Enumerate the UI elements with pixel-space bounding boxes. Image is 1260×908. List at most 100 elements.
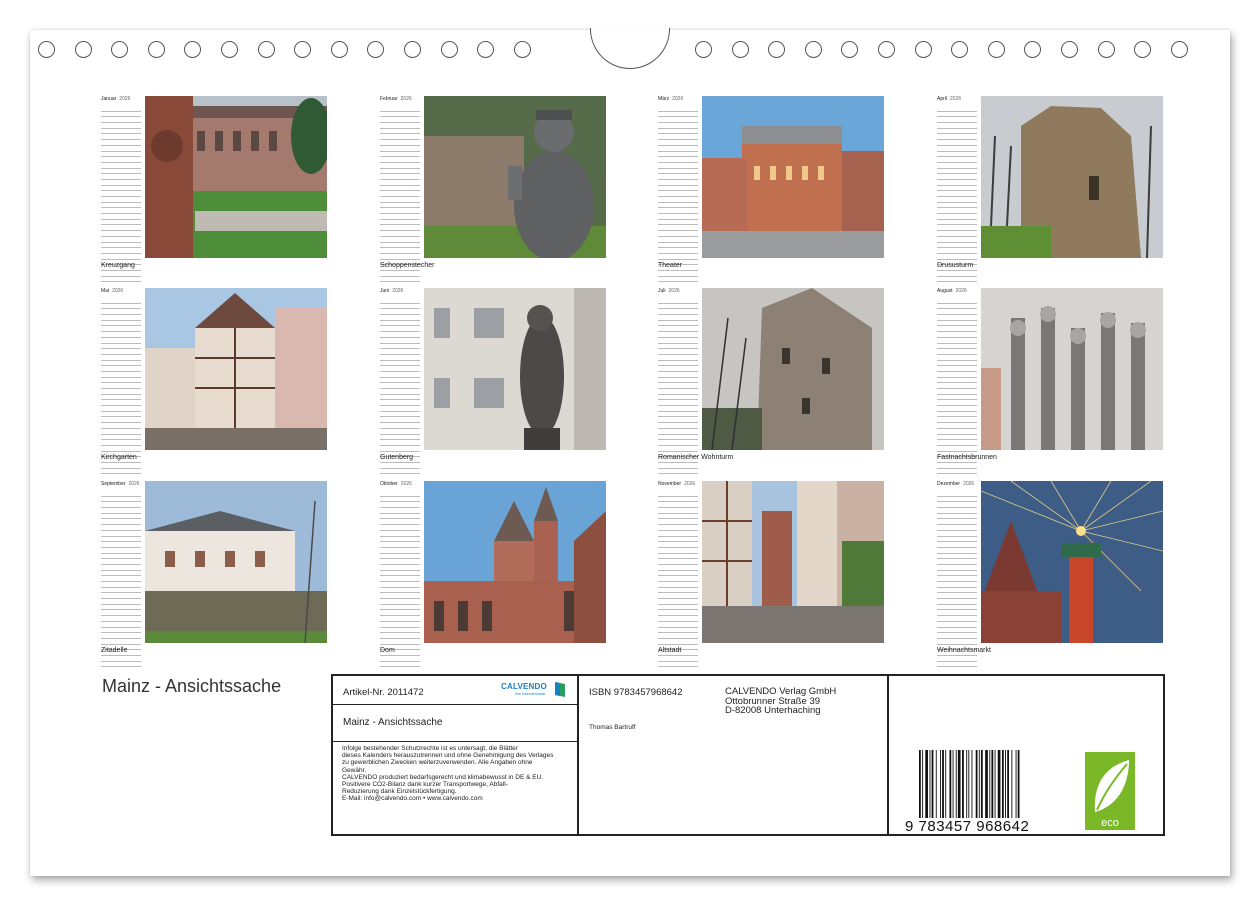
binding-ring: [74, 41, 92, 58]
month-name: Mai: [101, 288, 110, 294]
month-title: August 2026: [937, 288, 967, 294]
month-title: Oktober 2026: [380, 481, 412, 487]
month-name: September: [101, 481, 126, 487]
binding-ring: [804, 41, 822, 58]
month-title: Januar 2026: [101, 96, 130, 102]
month-year: 2026: [672, 96, 684, 102]
photo-caption: Altstadt: [658, 647, 682, 654]
day-line: [380, 277, 420, 283]
barcode-bar: [949, 750, 952, 818]
month-name: April: [937, 96, 948, 102]
day-line: [380, 662, 420, 668]
month-title: November 2026: [658, 481, 695, 487]
barcode-bar: [968, 750, 970, 818]
legal-line: E-Mail: info@calvendo.com • www.calvendo…: [342, 795, 483, 803]
binding-ring: [440, 41, 458, 58]
month-year: 2026: [950, 96, 962, 102]
info-column-article: Artikel-Nr. 2011472 CALVENDO Ihre Kalend…: [333, 676, 579, 834]
binding-ring: [768, 41, 786, 58]
day-line: [101, 469, 141, 475]
month-title: April 2026: [937, 96, 961, 102]
barcode-number: 9 783457 968642: [905, 818, 1030, 835]
barcode-bar: [955, 750, 957, 818]
month-juni: Juni 2026 Gutenberg: [380, 288, 610, 475]
barcode-bar: [997, 750, 1001, 818]
month-name: Juni: [380, 288, 390, 294]
legal-line: zu gewerblichen Zwecken weiterzuverwende…: [342, 759, 533, 767]
barcode-bar: [935, 750, 937, 818]
day-line: [658, 277, 698, 283]
calendar-title: Mainz - Ansichtssache: [102, 676, 282, 696]
month-november: November 2026 Altstadt: [658, 481, 888, 668]
photo-caption: Dom: [380, 647, 395, 654]
day-lines: [658, 491, 698, 668]
month-title: Juli 2026: [658, 288, 680, 294]
day-line: [658, 662, 698, 668]
month-april: April 2026 Drususturm: [937, 96, 1167, 283]
binding-ring: [221, 41, 238, 58]
photo-caption: Kreuzgang: [101, 262, 135, 269]
month-year: 2026: [400, 481, 412, 487]
info-column-publisher: ISBN 9783457968642 CALVENDO Verlag GmbH …: [579, 676, 889, 834]
day-lines: [937, 106, 977, 283]
barcode-bar: [991, 750, 994, 818]
legal-line: Positivere CO2-Bilanz dank kurzer Transp…: [342, 781, 508, 789]
binding-ring: [184, 41, 202, 58]
month-name: Januar: [101, 96, 117, 102]
month-oktober: Oktober 2026 Dom: [380, 481, 610, 668]
day-lines: [380, 298, 420, 475]
month-year: 2026: [112, 288, 124, 294]
barcode-bar: [980, 750, 983, 818]
month-photo: [702, 288, 884, 450]
barcode-bar: [1005, 750, 1006, 818]
eco-leaf-icon: eco: [1085, 752, 1135, 830]
month-title: September 2026: [101, 481, 140, 487]
month-photo: [981, 96, 1163, 258]
month-year: 2026: [128, 481, 140, 487]
barcode-bar: [1001, 750, 1004, 818]
photo-caption: Gutenberg: [380, 454, 414, 461]
binding-ring: [951, 41, 969, 58]
month-title: März 2026: [658, 96, 683, 102]
month-august: August 2026 Fastnachtsbrunnen: [937, 288, 1167, 475]
day-lines: [658, 106, 698, 283]
month-photo: [702, 96, 884, 258]
month-photo: [424, 288, 606, 450]
month-photo: [145, 96, 327, 258]
month-name: August: [937, 288, 953, 294]
month-year: 2026: [400, 96, 412, 102]
month-photo: [145, 481, 327, 643]
month-september: September 2026 Zitadelle: [101, 481, 331, 668]
binding-ring: [1024, 41, 1042, 58]
month-year: 2026: [668, 288, 680, 294]
binding-ring: [38, 41, 55, 58]
month-title: Mai 2026: [101, 288, 123, 294]
barcode-bar: [957, 750, 961, 818]
month-photo: [702, 481, 884, 643]
barcode-bar: [975, 750, 978, 818]
month-juli: Juli 2026 Romanischer Wohnturm: [658, 288, 888, 475]
binding-ring: [257, 41, 275, 58]
month-year: 2026: [392, 288, 404, 294]
month-photo: [424, 481, 606, 643]
month-name: Oktober: [380, 481, 398, 487]
legal-line: Gewähr.: [342, 766, 367, 774]
binding-ring: [731, 41, 749, 58]
month-photo: [424, 96, 606, 258]
day-line: [937, 662, 977, 668]
month-title: Juni 2026: [380, 288, 403, 294]
binding-ring: [914, 41, 932, 58]
barcode-bar: [942, 750, 944, 818]
legal-line: CALVENDO produziert bedarfsgerecht und k…: [342, 773, 544, 781]
binding-ring: [841, 41, 859, 58]
barcode-bar: [929, 750, 931, 818]
barcode-bar: [952, 750, 954, 818]
binding-ring: [147, 41, 165, 58]
binding-ring: [330, 41, 348, 58]
binding-ring: [987, 41, 1005, 58]
binding-ring: [477, 41, 495, 58]
barcode-bar: [1015, 750, 1017, 818]
barcode-bar: [1007, 750, 1009, 818]
publisher-address: CALVENDO Verlag GmbH Ottobrunner Straße …: [725, 686, 837, 716]
binding-ring: [1134, 41, 1152, 58]
